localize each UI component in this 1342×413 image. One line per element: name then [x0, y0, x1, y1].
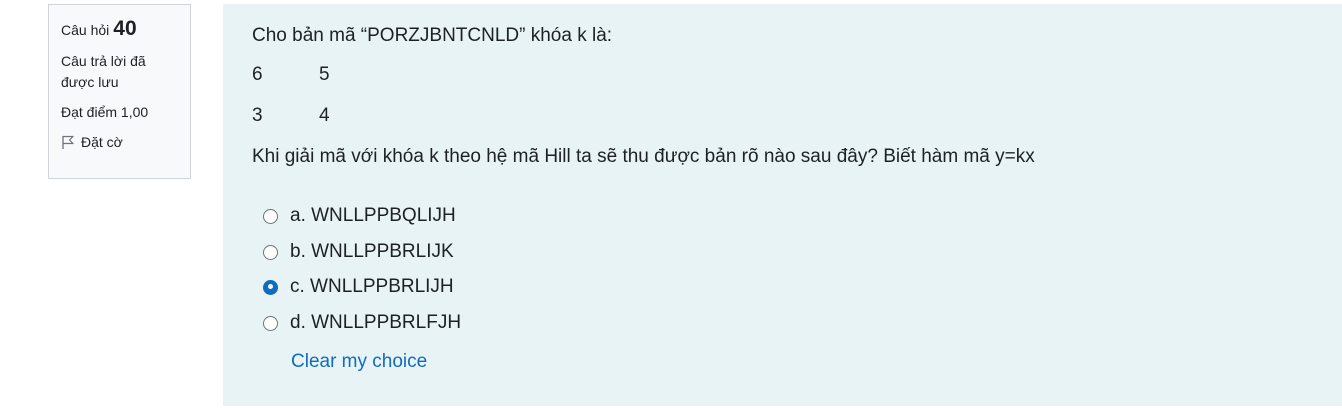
matrix-cell-1-0: 3: [252, 105, 263, 126]
flag-label: Đặt cờ: [81, 134, 123, 150]
matrix-cell-1-1: 4: [319, 105, 330, 126]
answer-option-b[interactable]: b. WNLLPPBRLIJK: [263, 240, 454, 264]
radio-button[interactable]: [263, 315, 278, 331]
state-line-2: được lưu: [61, 74, 119, 90]
clear-choice-link[interactable]: Clear my choice: [291, 351, 427, 373]
flag-question-button[interactable]: Đặt cờ: [61, 134, 180, 150]
answer-label: d. WNLLPPBRLFJH: [290, 312, 462, 333]
question-content: Cho bản mã “PORZJBNTCNLD” khóa k là: 6 5…: [223, 4, 1342, 406]
answer-label: c. WNLLPPBRLIJH: [290, 276, 454, 297]
question-number: Câu hỏi 40: [61, 17, 180, 41]
question-info-panel: Câu hỏi 40 Câu trả lời đã được lưu Đạt đ…: [48, 4, 191, 179]
radio-button[interactable]: [263, 244, 278, 260]
answer-label: b. WNLLPPBRLIJK: [290, 241, 454, 262]
question-prompt: Khi giải mã với khóa k theo hệ mã Hill t…: [252, 146, 1035, 167]
matrix-cell-0-0: 6: [252, 64, 263, 85]
state-line-1: Câu trả lời đã: [61, 53, 146, 69]
answer-option-d[interactable]: d. WNLLPPBRLFJH: [263, 311, 461, 335]
question-state: Câu trả lời đã được lưu: [61, 51, 180, 93]
answer-option-c[interactable]: c. WNLLPPBRLIJH: [263, 275, 454, 299]
radio-button-selected[interactable]: [263, 279, 278, 295]
answer-label: a. WNLLPPBQLIJH: [290, 205, 456, 226]
flag-icon: [61, 135, 75, 150]
answer-option-a[interactable]: a. WNLLPPBQLIJH: [263, 204, 456, 228]
question-number-value: 40: [113, 17, 137, 40]
question-grade: Đạt điểm 1,00: [61, 104, 149, 120]
question-intro: Cho bản mã “PORZJBNTCNLD” khóa k là:: [252, 25, 613, 46]
radio-button[interactable]: [263, 208, 278, 224]
matrix-cell-0-1: 5: [319, 64, 330, 85]
question-label: Câu hỏi: [61, 22, 110, 38]
